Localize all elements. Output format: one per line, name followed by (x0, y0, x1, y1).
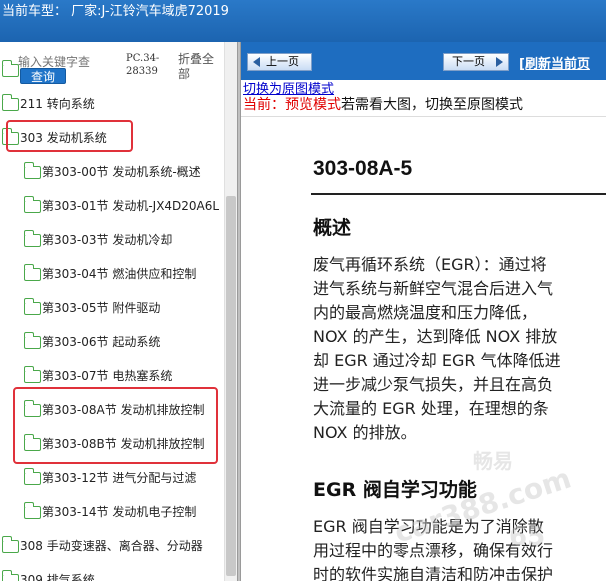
toolbar: 上一页 下一页 [刷新当前页 (241, 42, 606, 80)
tree-item-label: 第303-05节 附件驱动 (42, 301, 161, 315)
folder-icon (23, 366, 41, 383)
tree-item[interactable]: 211 转向系统 (0, 86, 224, 120)
query-button[interactable]: 查询 (20, 68, 66, 84)
tree-item[interactable]: 第303-14节 发动机电子控制 (0, 494, 224, 528)
tree-item-label: 308 手动变速器、离合器、分动器 (20, 539, 203, 553)
document-text-line: 却 EGR 通过冷却 EGR 气体降低进 (313, 351, 561, 370)
tree-item-label: 303 发动机系统 (20, 131, 107, 145)
tree-item-label: 第303-14节 发动机电子控制 (42, 505, 197, 519)
folder-icon (23, 502, 41, 519)
prev-page-button[interactable]: 上一页 (247, 53, 312, 71)
watermark-brand: 畅易 (473, 449, 513, 473)
tree-scrollbar-thumb[interactable] (226, 196, 236, 576)
document-text-line: NOX 的产生，达到降低 NOX 排放 (313, 327, 558, 346)
window-title: 当前车型： 厂家:J-江铃汽车域虎72019 (0, 0, 606, 42)
folder-icon (1, 570, 19, 581)
folder-icon (23, 230, 41, 247)
tree-item[interactable]: 第303-05节 附件驱动 (0, 290, 224, 324)
tree-item-label: 第303-00节 发动机系统-概述 (42, 165, 201, 179)
document-page-number: 303-08A-5 (313, 157, 413, 180)
tree-item-label: 第303-01节 发动机-JX4D20A6L (42, 199, 220, 213)
tree-item[interactable]: 第303-07节 电热塞系统 (0, 358, 224, 392)
folder-icon (1, 128, 19, 145)
document-text-line: 废气再循环系统（EGR）：通过将 (313, 255, 547, 274)
document-rule (311, 193, 606, 195)
folder-icon (1, 536, 19, 553)
next-page-label: 下一页 (452, 55, 485, 68)
tree-item-label: 第303-12节 进气分配与过滤 (42, 471, 197, 485)
document-text-line: 时的软件实施自清洁和防冲击保护 (313, 565, 554, 581)
tree-item-label: 第303-08A节 发动机排放控制 (42, 403, 205, 417)
folder-icon (23, 264, 41, 281)
document-text-line: 进气系统与新鲜空气混合后进入气 (313, 279, 554, 298)
tree-item-label: 309 排气系统 (20, 573, 95, 581)
next-page-button[interactable]: 下一页 (443, 53, 509, 71)
tree-item[interactable]: 309 排气系统 (0, 562, 224, 581)
pc-code: PC.34-28339 (126, 53, 160, 77)
tree-item-label: 第303-04节 燃油供应和控制 (42, 267, 197, 281)
tree-item-label: 211 转向系统 (20, 97, 95, 111)
folder-icon (23, 298, 41, 315)
document-text-line: 用过程中的零点漂移，确保有效行 (313, 541, 554, 560)
tree-item[interactable]: 第303-03节 发动机冷却 (0, 222, 224, 256)
document-text-line: EGR 阀自学习功能是为了消除散 (313, 517, 544, 536)
folder-icon (1, 60, 19, 77)
document-text-line: 进一步减少泵气损失，并且在高负 (313, 375, 554, 394)
tree-item[interactable]: 第303-00节 发动机系统-概述 (0, 154, 224, 188)
tree-item-label: 第303-06节 起动系统 (42, 335, 161, 349)
tree-item-label: 第303-03节 发动机冷却 (42, 233, 173, 247)
content-panel: 上一页 下一页 [刷新当前页 切换为原图模式 当前：预览模式若需看大图，切换至原… (241, 42, 606, 581)
collapse-all-button[interactable]: 折叠全部 (178, 52, 220, 82)
tree-item[interactable]: 308 手动变速器、离合器、分动器 (0, 528, 224, 562)
refresh-page-link[interactable]: [刷新当前页 (519, 53, 590, 72)
tree-item-label: 第303-07节 电热塞系统 (42, 369, 173, 383)
tree-item[interactable]: 第303-12节 进气分配与过滤 (0, 460, 224, 494)
document-heading-2: EGR 阀自学习功能 (313, 479, 477, 501)
tree-item[interactable]: 第303-01节 发动机-JX4D20A6L (0, 188, 224, 222)
folder-icon (23, 400, 41, 417)
folder-icon (23, 434, 41, 451)
tree-item[interactable]: 303 发动机系统 (0, 120, 224, 154)
folder-icon (23, 196, 41, 213)
tree-item[interactable]: 第303-06节 起动系统 (0, 324, 224, 358)
folder-icon (23, 332, 41, 349)
document-heading: 概述 (313, 217, 352, 239)
folder-icon (23, 468, 41, 485)
document-preview: 303-08A-5 概述 废气再循环系统（EGR）：通过将 进气系统与新鲜空气混合… (241, 116, 606, 581)
folder-icon (1, 94, 19, 111)
tree-item[interactable]: 第303-08B节 发动机排放控制 (0, 426, 224, 460)
mode-current: 预览模式 (285, 97, 341, 113)
tree-item-label: 第303-08B节 发动机排放控制 (42, 437, 205, 451)
search-row: 查询 PC.34-28339 折叠全部 (0, 42, 224, 90)
tree-item[interactable]: 第303-08A节 发动机排放控制 (0, 392, 224, 426)
mode-prefix: 当前： (243, 97, 285, 113)
prev-page-label: 上一页 (266, 55, 299, 68)
arrow-right-icon (496, 57, 503, 67)
document-text-line: 内的最高燃烧温度和压力降低， (313, 303, 538, 322)
mode-status: 当前：预览模式若需看大图，切换至原图模式 (243, 94, 523, 114)
mode-suffix: 若需看大图，切换至原图模式 (341, 97, 523, 113)
folder-icon (23, 162, 41, 179)
tree-item[interactable]: 第303-04节 燃油供应和控制 (0, 256, 224, 290)
document-text-line: 大流量的 EGR 处理，在理想的条 (313, 399, 549, 418)
tree-panel: 查询 PC.34-28339 折叠全部 211 转向系统 303 发动机系统第30… (0, 42, 237, 581)
arrow-left-icon (253, 57, 260, 67)
document-text-line: NOX 的排放。 (313, 423, 417, 442)
